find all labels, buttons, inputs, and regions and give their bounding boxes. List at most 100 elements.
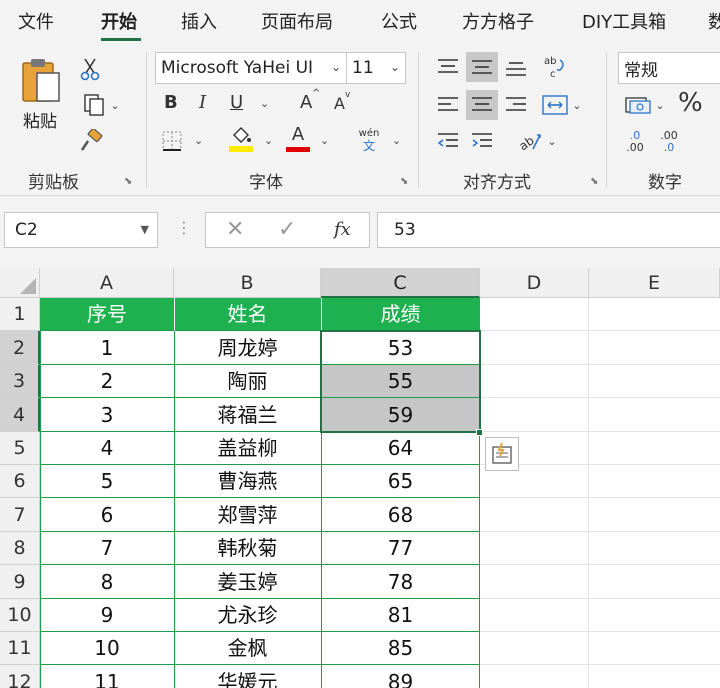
table-cell[interactable]: 10 [40,632,174,665]
table-cell[interactable]: 周龙婷 [174,331,321,365]
table-cell[interactable]: 11 [40,665,174,688]
table-cell[interactable]: 韩秋菊 [174,532,321,565]
chevron-down-icon[interactable]: ⌄ [572,99,581,112]
font-name-select[interactable]: Microsoft YaHei UI ⌄ [155,52,347,84]
insert-function-button[interactable]: fx [334,219,351,240]
tab-fangfang[interactable]: 方方格子 [462,8,534,34]
row-header-2[interactable]: 2 [0,331,40,365]
font-color-icon[interactable]: A [284,124,312,154]
table-cell[interactable]: 89 [321,665,480,688]
font-size-select[interactable]: 11 ⌄ [346,52,406,84]
table-cell[interactable]: 华媛元 [174,665,321,688]
name-box[interactable]: C2 ▼ [4,212,158,248]
decrease-indent-icon[interactable] [432,128,464,156]
align-middle-icon[interactable] [466,52,498,82]
shrink-font-button[interactable]: A [334,94,345,113]
row-header-3[interactable]: 3 [0,365,40,398]
table-cell[interactable]: 陶丽 [174,365,321,398]
tab-diy-toolbox[interactable]: DIY工具箱 [582,8,666,34]
chevron-down-icon[interactable]: ⌄ [547,135,556,148]
header-cell[interactable]: 序号 [40,298,174,331]
fill-handle[interactable] [476,429,483,436]
caret-down-icon[interactable]: ▼ [141,223,149,236]
table-cell[interactable]: 2 [40,365,174,398]
format-painter-icon[interactable] [78,128,104,154]
table-cell[interactable]: 4 [40,432,174,465]
decrease-decimal-icon[interactable]: .00 .0 [654,128,684,156]
paste-label[interactable]: 粘贴 [23,107,57,132]
row-header-5[interactable]: 5 [0,432,40,465]
table-cell[interactable]: 85 [321,632,480,665]
table-cell[interactable]: 65 [321,465,480,498]
formula-bar-grip-icon[interactable]: ⋮ [176,218,192,237]
table-cell[interactable]: 78 [321,565,480,599]
table-cell[interactable]: 9 [40,599,174,632]
align-bottom-icon[interactable] [500,52,532,82]
accounting-format-icon[interactable]: ⌄ [620,92,670,118]
column-header-e[interactable]: E [589,268,720,298]
chevron-down-icon[interactable]: ⌄ [260,97,269,110]
confirm-icon[interactable]: ✓ [278,217,296,242]
orientation-icon[interactable]: ab ⌄ [512,126,562,156]
chevron-down-icon[interactable]: ⌄ [392,134,401,147]
table-cell[interactable]: 8 [40,565,174,599]
column-header-b[interactable]: B [174,268,321,298]
paste-icon[interactable] [18,54,66,108]
chevron-down-icon[interactable]: ⌄ [320,134,329,147]
phonetic-icon[interactable]: wén 文 [355,126,383,154]
percent-button[interactable]: % [678,88,703,118]
chevron-down-icon[interactable]: ⌄ [194,134,203,147]
merge-center-icon[interactable]: ⌄ [538,90,586,120]
number-format-select[interactable]: 常规 [618,52,720,84]
copy-icon[interactable]: ⌄ [78,92,124,118]
align-top-icon[interactable] [432,52,464,82]
chevron-down-icon[interactable]: ⌄ [655,99,664,112]
table-cell[interactable]: 64 [321,432,480,465]
row-header-6[interactable]: 6 [0,465,40,498]
tab-page-layout[interactable]: 页面布局 [261,8,333,34]
table-cell[interactable]: 81 [321,599,480,632]
column-header-d[interactable]: D [480,268,589,298]
table-cell[interactable]: 5 [40,465,174,498]
column-header-a[interactable]: A [40,268,174,298]
font-launcher-icon[interactable]: ⬊ [400,176,408,187]
table-cell[interactable]: 曹海燕 [174,465,321,498]
align-center-icon[interactable] [466,90,498,120]
tab-home[interactable]: 开始 [101,8,137,34]
row-header-4[interactable]: 4 [0,398,40,432]
table-cell[interactable]: 姜玉婷 [174,565,321,599]
clipboard-launcher-icon[interactable]: ⬊ [124,176,132,187]
alignment-launcher-icon[interactable]: ⬊ [590,176,598,187]
increase-indent-icon[interactable] [466,128,498,156]
row-header-11[interactable]: 11 [0,632,40,665]
row-header-7[interactable]: 7 [0,498,40,532]
cut-icon[interactable] [78,56,102,82]
table-cell[interactable]: 3 [40,398,174,432]
table-cell[interactable]: 盖益柳 [174,432,321,465]
grow-font-button[interactable]: A [300,92,312,113]
align-right-icon[interactable] [500,90,532,120]
table-cell[interactable]: 郑雪萍 [174,498,321,532]
chevron-down-icon[interactable]: ⌄ [110,99,119,112]
table-cell[interactable]: 6 [40,498,174,532]
row-header-8[interactable]: 8 [0,532,40,565]
tab-formulas[interactable]: 公式 [381,8,417,34]
header-cell[interactable]: 成绩 [321,298,480,331]
row-header-1[interactable]: 1 [0,298,40,331]
table-cell[interactable]: 尤永珍 [174,599,321,632]
column-header-c[interactable]: C [321,268,480,298]
chevron-down-icon[interactable]: ⌄ [264,134,273,147]
tab-insert[interactable]: 插入 [181,8,217,34]
table-cell[interactable]: 68 [321,498,480,532]
table-cell[interactable]: 蒋福兰 [174,398,321,432]
italic-button[interactable]: I [199,92,206,113]
wrap-text-icon[interactable]: ab c [540,52,570,82]
formula-input[interactable]: 53 [377,212,720,248]
table-cell[interactable]: 77 [321,532,480,565]
row-header-9[interactable]: 9 [0,565,40,599]
select-all-corner[interactable] [0,268,40,298]
tab-data[interactable]: 数 [708,8,720,34]
tab-file[interactable]: 文件 [18,8,54,34]
quick-analysis-icon[interactable] [485,437,519,471]
header-cell[interactable]: 姓名 [174,298,321,331]
